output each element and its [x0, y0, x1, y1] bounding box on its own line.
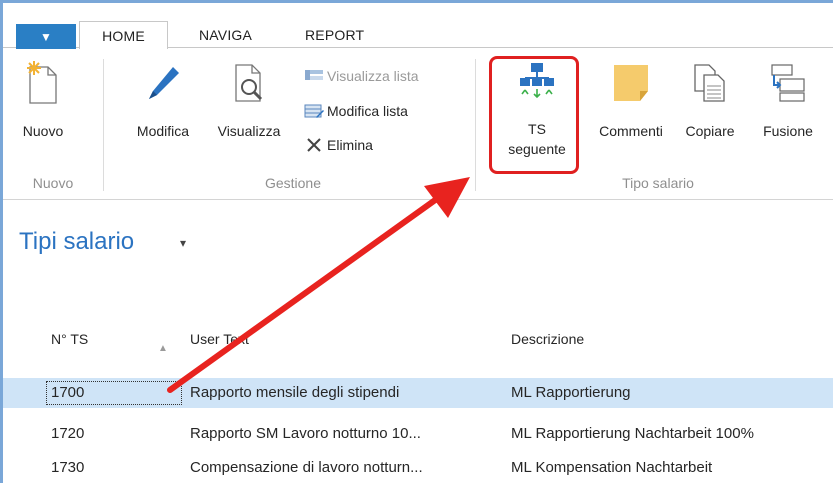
ribbon-tab-strip: ▼ HOME NAVIGA REPORT: [3, 3, 833, 52]
chevron-down-icon[interactable]: ▾: [180, 236, 186, 250]
visualizza-lista-label: Visualizza lista: [327, 68, 419, 84]
group-label-tipo-salario: Tipo salario: [622, 175, 694, 191]
group-label-nuovo: Nuovo: [32, 175, 74, 191]
elimina-label: Elimina: [327, 137, 373, 153]
copiare-button[interactable]: Copiare: [677, 49, 743, 169]
commenti-button[interactable]: Commenti: [587, 49, 675, 169]
page-title: Tipi salario: [19, 228, 135, 255]
group-separator: [475, 59, 476, 191]
elimina-button[interactable]: Elimina: [304, 134, 373, 156]
copiare-label: Copiare: [685, 123, 735, 139]
column-header-user-text[interactable]: User Text: [190, 331, 249, 347]
cell-user-text: Compensazione di lavoro notturn...: [190, 459, 423, 476]
visualizza-label: Visualizza: [217, 123, 281, 139]
app-menu-button[interactable]: ▼: [16, 24, 76, 50]
visualizza-lista-button[interactable]: Visualizza lista: [304, 65, 419, 87]
tab-naviga[interactable]: NAVIGA: [199, 27, 252, 51]
nuovo-button[interactable]: Nuovo: [5, 49, 81, 169]
merge-icon: [768, 61, 808, 108]
pencil-icon: [143, 61, 183, 108]
cell-descrizione: ML Kompensation Nachtarbeit: [511, 459, 713, 476]
cell-n-ts: 1700: [51, 384, 85, 401]
visualizza-button[interactable]: Visualizza: [207, 49, 291, 169]
modifica-button[interactable]: Modifica: [121, 49, 205, 169]
cell-user-text: Rapporto SM Lavoro notturno 10...: [190, 425, 421, 442]
table-row[interactable]: 1730 Compensazione di lavoro notturn... …: [3, 453, 833, 483]
modifica-label: Modifica: [136, 123, 190, 139]
table-row[interactable]: 1720 Rapporto SM Lavoro notturno 10... M…: [3, 419, 833, 449]
modifica-lista-label: Modifica lista: [327, 103, 408, 119]
copy-icon: [692, 61, 728, 108]
cell-user-text: Rapporto mensile degli stipendi: [190, 384, 400, 401]
table-row[interactable]: 1700 Rapporto mensile degli stipendi ML …: [3, 378, 833, 408]
commenti-label: Commenti: [599, 123, 663, 139]
column-header-descrizione[interactable]: Descrizione: [511, 331, 584, 347]
view-document-icon: [232, 61, 266, 108]
close-x-icon: [304, 137, 324, 153]
cell-descrizione: ML Rapportierung: [511, 384, 631, 401]
group-label-gestione: Gestione: [264, 175, 322, 191]
modifica-lista-button[interactable]: Modifica lista: [304, 100, 408, 122]
tab-report[interactable]: REPORT: [305, 27, 364, 51]
sort-ascending-icon: ▲: [158, 343, 168, 354]
fusione-label: Fusione: [763, 123, 813, 139]
cell-descrizione: ML Rapportierung Nachtarbeit 100%: [511, 425, 754, 442]
cell-n-ts: 1720: [51, 425, 85, 442]
annotation-highlight-box: [489, 56, 579, 174]
ribbon: Nuovo Modifica Visualizza Visualizza lis…: [3, 49, 833, 200]
new-document-icon: [26, 61, 60, 108]
group-separator: [103, 59, 104, 191]
edit-list-icon: [304, 103, 324, 119]
list-view-icon: [304, 68, 324, 84]
fusione-button[interactable]: Fusione: [743, 49, 833, 169]
column-header-n-ts[interactable]: N° TS: [51, 331, 88, 347]
tab-home[interactable]: HOME: [79, 21, 168, 52]
cell-n-ts: 1730: [51, 459, 85, 476]
sticky-note-icon: [611, 61, 651, 108]
nuovo-label: Nuovo: [22, 123, 64, 139]
